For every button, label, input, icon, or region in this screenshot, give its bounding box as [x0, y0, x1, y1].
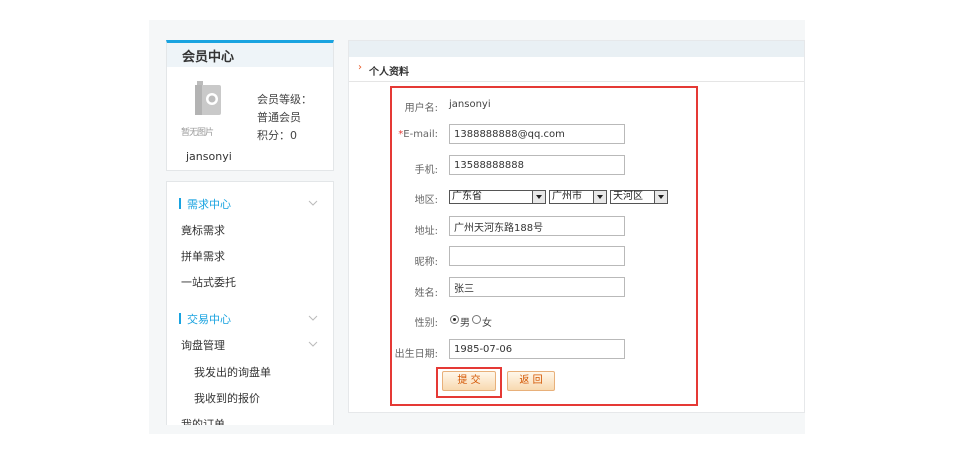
chevron-right-icon: › [358, 62, 362, 73]
member-username: jansonyi [186, 150, 232, 163]
breadcrumb-title: 个人资料 [369, 67, 409, 78]
username-label: 用户名: [404, 103, 438, 114]
email-label: E-mail: [403, 129, 438, 140]
birth-date-field[interactable] [449, 339, 625, 359]
chevron-down-icon[interactable] [308, 198, 318, 208]
address-label: 地址: [414, 226, 438, 237]
menu-head-demand[interactable]: 需求中心 [179, 196, 231, 212]
region-label: 地区: [414, 195, 438, 206]
back-button[interactable]: 返 回 [507, 371, 555, 391]
gender-female-label: 女 [482, 318, 492, 329]
chevron-down-icon[interactable] [654, 191, 667, 203]
member-level-value: 普通会员 [257, 111, 301, 124]
menu-item-my-orders[interactable]: 我的订单 [181, 416, 225, 425]
address-field[interactable] [449, 216, 625, 236]
menu-item-bid-demand[interactable]: 竟标需求 [181, 222, 225, 238]
member-card-header: 会员中心 [167, 43, 333, 67]
username-value: jansonyi [449, 99, 491, 110]
submit-button[interactable]: 提 交 [442, 371, 496, 391]
menu-item-my-quotes[interactable]: 我收到的报价 [194, 390, 260, 406]
menu-item-my-inquiries[interactable]: 我发出的询盘单 [194, 364, 271, 380]
chevron-down-icon[interactable] [532, 191, 545, 203]
member-center-title: 会员中心 [182, 50, 235, 65]
member-level-info: 会员等级： 普通会员 积分：0 [257, 91, 312, 145]
member-card: 会员中心 暂无图片 会员等级： 普通会员 积分：0 jansonyi [166, 40, 334, 171]
sidebar-menu: 需求中心 竟标需求 拼单需求 一站式委托 交易中心 询盘管理 我发出的询盘单 我… [166, 181, 334, 425]
chevron-down-icon[interactable] [593, 191, 606, 203]
panel-top-bar [349, 41, 804, 57]
menu-head-trade[interactable]: 交易中心 [179, 311, 231, 327]
chevron-down-icon[interactable] [308, 313, 318, 323]
chevron-down-icon[interactable] [308, 339, 318, 349]
province-value: 广东省 [452, 191, 482, 202]
menu-item-inquiry-mgmt[interactable]: 询盘管理 [181, 337, 225, 353]
gender-label: 性别: [414, 318, 438, 329]
province-select[interactable]: 广东省 [449, 190, 546, 204]
menu-item-one-stop[interactable]: 一站式委托 [181, 274, 236, 290]
gender-male-radio[interactable] [450, 315, 459, 324]
district-value: 天河区 [613, 191, 643, 202]
city-select[interactable]: 广州市 [549, 190, 607, 204]
gender-female-radio[interactable] [472, 315, 481, 324]
email-label-wrap: *E-mail: [368, 129, 438, 140]
name-field[interactable] [449, 277, 625, 297]
menu-item-group-demand[interactable]: 拼单需求 [181, 248, 225, 264]
member-points: 积分：0 [257, 129, 297, 142]
gender-male-label: 男 [460, 318, 470, 329]
nickname-label: 昵称: [414, 257, 438, 268]
member-level-label: 会员等级： [257, 93, 312, 106]
nickname-field[interactable] [449, 246, 625, 266]
breadcrumb: › 个人资料 [349, 57, 804, 82]
city-value: 广州市 [552, 191, 582, 202]
avatar-caption: 暂无图片 [181, 128, 214, 138]
phone-label: 手机: [414, 165, 438, 176]
birth-label: 出生日期: [394, 349, 438, 360]
phone-field[interactable] [449, 155, 625, 175]
email-field[interactable] [449, 124, 625, 144]
name-label: 姓名: [414, 288, 438, 299]
district-select[interactable]: 天河区 [610, 190, 668, 204]
